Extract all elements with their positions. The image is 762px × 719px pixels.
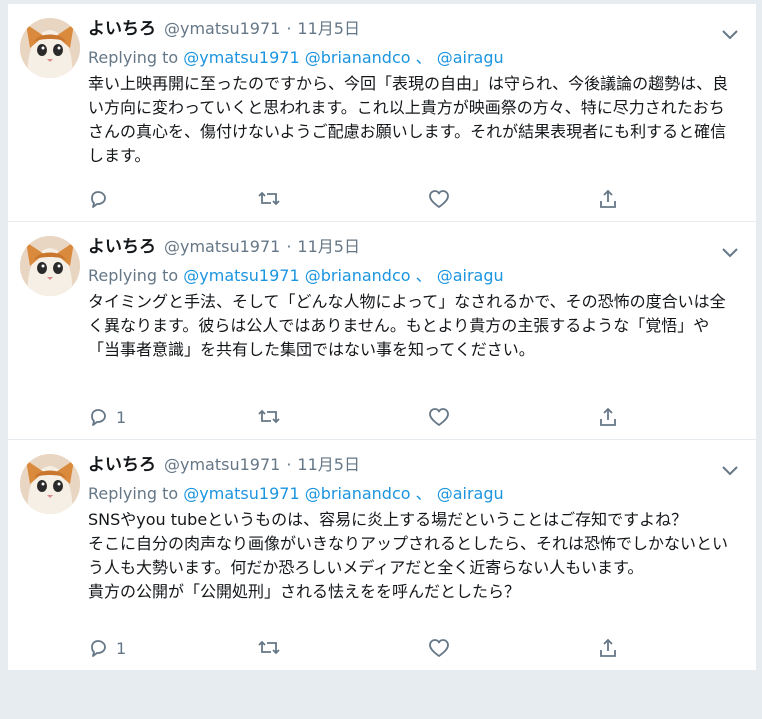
like-button[interactable] (428, 189, 598, 209)
tweet-header: よいちろ @ymatsu1971 · 11月5日 (88, 14, 740, 40)
replying-to-label: Replying to (88, 266, 179, 285)
reply-mentions-link[interactable]: @ymatsu1971 @brianandco (183, 266, 410, 285)
heart-icon (429, 408, 449, 426)
author-name[interactable]: よいちろ (88, 450, 156, 475)
chevron-down-icon[interactable] (720, 464, 740, 478)
reply-mention-link[interactable]: @airagu (437, 484, 504, 503)
tweet-text: 幸い上映再開に至ったのですから、今回「表現の自由」は守られ、今後議論の趨勢は、良… (88, 74, 729, 165)
reply-icon (91, 191, 106, 208)
tweet-header: よいちろ @ymatsu1971 · 11月5日 (88, 450, 740, 476)
reply-separator: 、 (410, 48, 432, 67)
tweet-body: よいちろ @ymatsu1971 · 11月5日 Replying to @ym… (88, 450, 740, 604)
tweet-timestamp[interactable]: 11月5日 (297, 233, 360, 257)
share-button[interactable] (598, 407, 628, 427)
reply-count: 1 (116, 407, 127, 427)
chevron-down-icon[interactable] (720, 246, 740, 260)
separator-dot: · (286, 19, 292, 38)
separator-dot: · (286, 237, 292, 256)
replying-to: Replying to @ymatsu1971 @brianandco 、 @a… (88, 262, 740, 286)
author-name[interactable]: よいちろ (88, 14, 156, 39)
avatar[interactable] (20, 236, 80, 296)
share-icon (600, 638, 616, 657)
reply-button[interactable]: 1 (88, 407, 258, 427)
avatar[interactable] (20, 18, 80, 78)
replying-to: Replying to @ymatsu1971 @brianandco 、 @a… (88, 44, 740, 68)
retweet-button[interactable] (258, 638, 428, 658)
reply-mentions-link[interactable]: @ymatsu1971 @brianandco (183, 484, 410, 503)
replying-to-label: Replying to (88, 48, 179, 67)
tweet[interactable]: よいちろ @ymatsu1971 · 11月5日 Replying to @ym… (8, 440, 756, 670)
reply-icon (91, 640, 106, 657)
share-icon (600, 407, 616, 426)
replying-to: Replying to @ymatsu1971 @brianandco 、 @a… (88, 480, 740, 504)
retweet-icon (258, 409, 280, 424)
reply-button[interactable]: 1 (88, 638, 258, 658)
reply-count: 1 (116, 638, 127, 658)
replying-to-label: Replying to (88, 484, 179, 503)
share-icon (600, 189, 616, 208)
like-button[interactable] (428, 638, 598, 658)
reply-icon (91, 409, 106, 426)
tweet-timestamp[interactable]: 11月5日 (297, 15, 360, 39)
retweet-icon (258, 191, 280, 206)
tweet-actions: 1 (88, 638, 628, 658)
tweet-body: よいちろ @ymatsu1971 · 11月5日 Replying to @ym… (88, 232, 740, 362)
retweet-icon (258, 640, 280, 655)
tweet-text: タイミングと手法、そして「どんな人物によって」なされるかで、その恐怖の度合いは全… (88, 292, 726, 359)
tweet-text: SNSやyou tubeというものは、容易に炎上する場だということはご存知ですよ… (88, 510, 729, 601)
avatar[interactable] (20, 454, 80, 514)
separator-dot: · (286, 455, 292, 474)
share-button[interactable] (598, 638, 628, 658)
heart-icon (429, 190, 449, 208)
reply-mention-link[interactable]: @airagu (437, 266, 504, 285)
author-name[interactable]: よいちろ (88, 232, 156, 257)
reply-button[interactable] (88, 189, 258, 209)
tweet[interactable]: よいちろ @ymatsu1971 · 11月5日 Replying to @ym… (8, 4, 756, 222)
tweet-actions: 1 (88, 407, 628, 427)
author-handle[interactable]: @ymatsu1971 (164, 19, 280, 38)
tweet-timeline: よいちろ @ymatsu1971 · 11月5日 Replying to @ym… (8, 4, 756, 670)
chevron-down-icon[interactable] (720, 28, 740, 42)
author-handle[interactable]: @ymatsu1971 (164, 237, 280, 256)
reply-mention-link[interactable]: @airagu (437, 48, 504, 67)
share-button[interactable] (598, 189, 628, 209)
reply-mentions-link[interactable]: @ymatsu1971 @brianandco (183, 48, 410, 67)
retweet-button[interactable] (258, 407, 428, 427)
author-handle[interactable]: @ymatsu1971 (164, 455, 280, 474)
tweet-actions (88, 189, 628, 209)
retweet-button[interactable] (258, 189, 428, 209)
heart-icon (429, 639, 449, 657)
reply-separator: 、 (410, 484, 432, 503)
tweet-timestamp[interactable]: 11月5日 (297, 451, 360, 475)
tweet[interactable]: よいちろ @ymatsu1971 · 11月5日 Replying to @ym… (8, 222, 756, 440)
tweet-header: よいちろ @ymatsu1971 · 11月5日 (88, 232, 740, 258)
like-button[interactable] (428, 407, 598, 427)
reply-separator: 、 (410, 266, 432, 285)
tweet-body: よいちろ @ymatsu1971 · 11月5日 Replying to @ym… (88, 14, 740, 168)
